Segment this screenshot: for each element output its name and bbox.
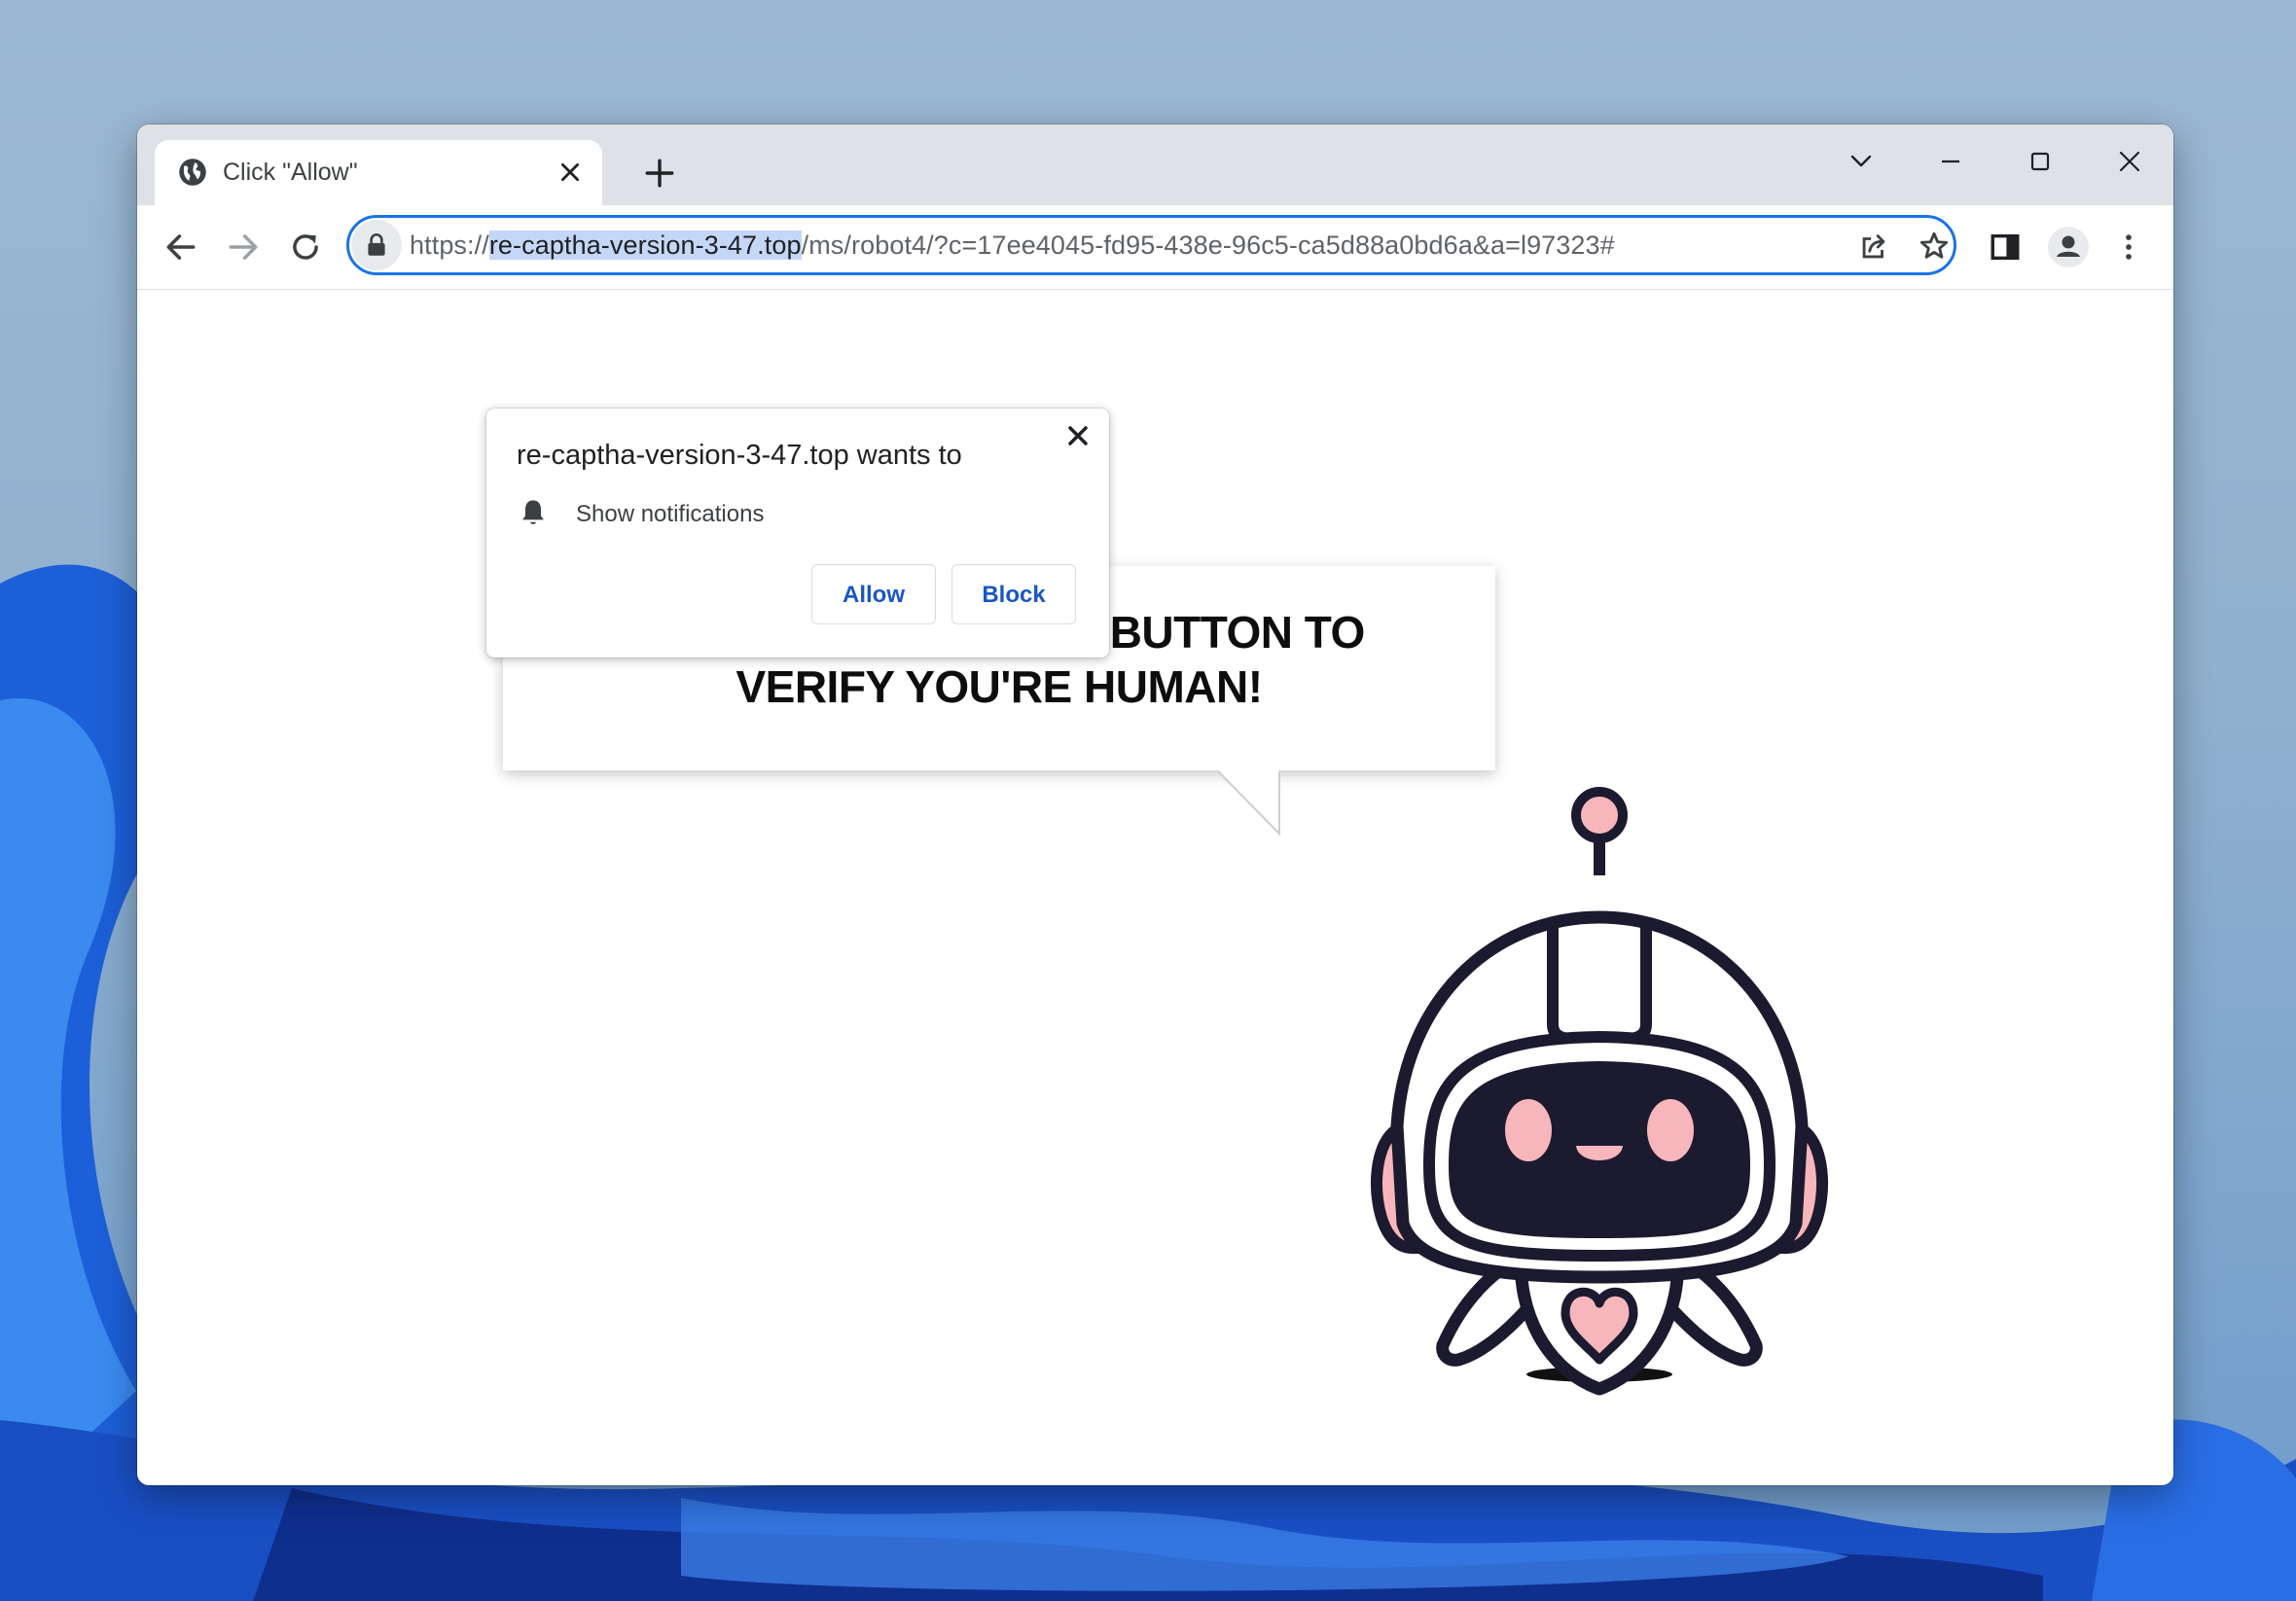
- url-text[interactable]: https://re-captha-version-3-47.top/ms/ro…: [410, 230, 1615, 261]
- close-icon[interactable]: [1062, 420, 1094, 451]
- close-icon[interactable]: [557, 160, 583, 185]
- maximize-icon[interactable]: [2018, 142, 2063, 181]
- browser-window: Click "Allow" https://re-captha-version-…: [137, 125, 2173, 1485]
- plus-icon[interactable]: [643, 157, 676, 190]
- reload-icon[interactable]: [287, 229, 324, 266]
- active-tab[interactable]: Click "Allow": [155, 140, 602, 205]
- site-info-chip[interactable]: [351, 220, 402, 270]
- block-button[interactable]: Block: [951, 564, 1076, 624]
- share-icon[interactable]: [1857, 231, 1890, 264]
- toolbar: https://re-captha-version-3-47.top/ms/ro…: [137, 205, 2173, 290]
- chevron-down-icon[interactable]: [1839, 142, 1883, 181]
- globe-icon: [179, 159, 206, 186]
- url-path: /ms/robot4/?c=17ee4045-fd95-438e-96c5-ca…: [801, 231, 1615, 260]
- forward-arrow-icon[interactable]: [225, 229, 262, 266]
- star-icon[interactable]: [1918, 230, 1951, 263]
- robot-illustration: [1370, 787, 1829, 1396]
- minimize-icon[interactable]: [1928, 142, 1973, 181]
- url-domain: re-captha-version-3-47.top: [488, 231, 802, 260]
- permission-label: Show notifications: [576, 501, 765, 527]
- allow-button[interactable]: Allow: [811, 564, 936, 624]
- notification-permission-prompt: re-captha-version-3-47.top wants to Show…: [486, 409, 1109, 658]
- speech-bubble-tail: [1218, 769, 1280, 836]
- address-bar[interactable]: https://re-captha-version-3-47.top/ms/ro…: [346, 215, 1956, 275]
- kebab-menu-icon[interactable]: [2112, 231, 2145, 264]
- profile-icon[interactable]: [2046, 225, 2091, 269]
- close-window-icon[interactable]: [2107, 142, 2152, 181]
- permission-prompt-title: re-captha-version-3-47.top wants to: [517, 440, 962, 471]
- title-bar: Click "Allow": [137, 125, 2173, 205]
- url-prefix: https://: [410, 231, 489, 260]
- back-arrow-icon[interactable]: [162, 229, 199, 266]
- lock-icon: [368, 233, 385, 256]
- tab-title: Click "Allow": [223, 159, 358, 186]
- side-panel-icon[interactable]: [1989, 231, 2022, 264]
- bell-icon: [522, 500, 544, 524]
